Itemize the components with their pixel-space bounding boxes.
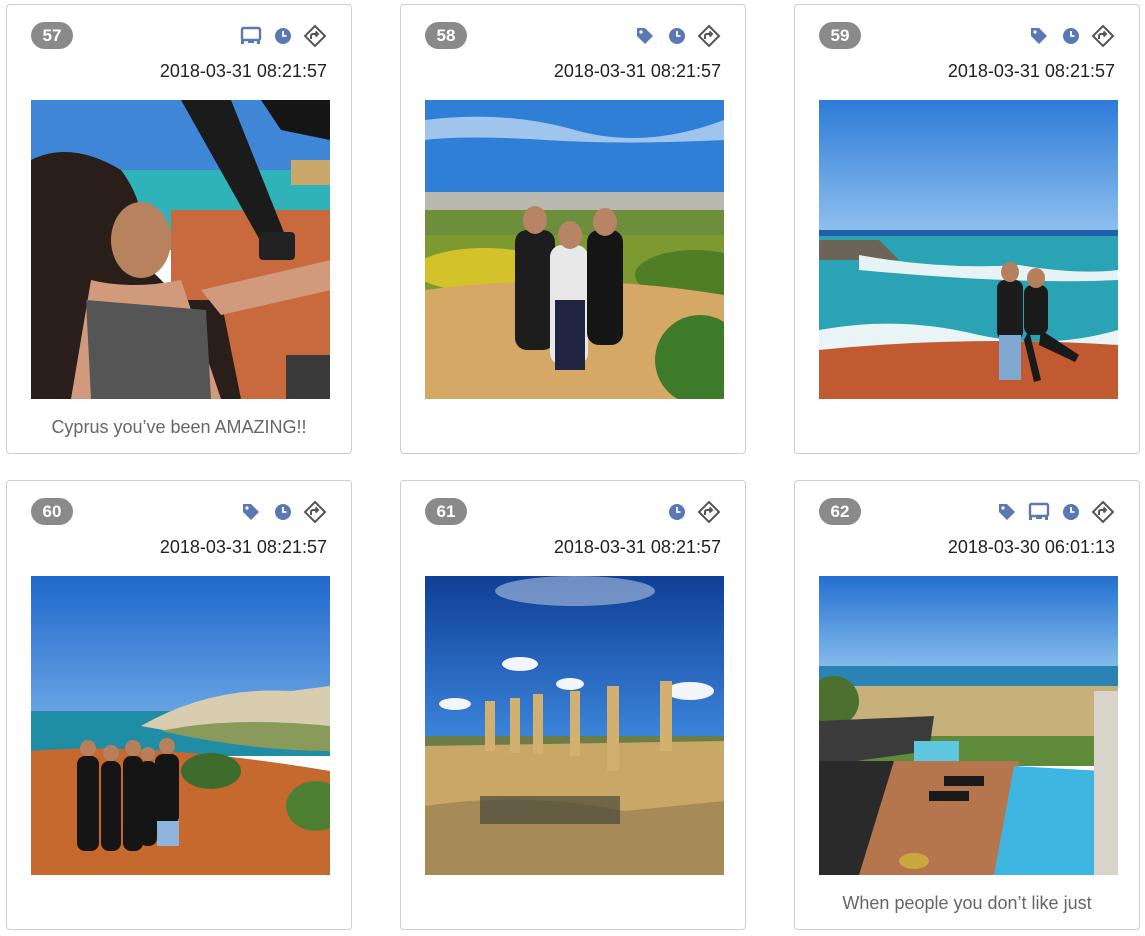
clock-icon[interactable] xyxy=(271,24,295,48)
share-icon[interactable] xyxy=(303,24,327,48)
post-timestamp: 2018-03-31 08:21:57 xyxy=(553,61,721,81)
post-action-icons xyxy=(1027,23,1115,49)
post-card[interactable]: 57 2018-03-31 08:21:57 Cyprus you’ve bee… xyxy=(6,4,352,454)
post-photo[interactable] xyxy=(819,576,1118,875)
post-photo[interactable] xyxy=(31,576,330,875)
share-icon[interactable] xyxy=(1091,24,1115,48)
post-timestamp: 2018-03-30 06:01:13 xyxy=(947,537,1115,557)
post-photo[interactable] xyxy=(31,100,330,399)
device-icon[interactable] xyxy=(1027,500,1051,524)
share-icon[interactable] xyxy=(1091,500,1115,524)
post-timestamp: 2018-03-31 08:21:57 xyxy=(553,537,721,557)
post-timestamp: 2018-03-31 08:21:57 xyxy=(159,537,327,557)
post-number-badge: 57 xyxy=(31,22,73,49)
post-action-icons xyxy=(239,499,327,525)
tag-icon[interactable] xyxy=(995,500,1019,524)
tag-icon[interactable] xyxy=(633,24,657,48)
clock-icon[interactable] xyxy=(665,500,689,524)
clock-icon[interactable] xyxy=(665,24,689,48)
post-caption: Cyprus you’ve been AMAZING!! xyxy=(51,417,307,437)
share-icon[interactable] xyxy=(303,500,327,524)
post-card[interactable]: 60 2018-03-31 08:21:57 xyxy=(6,480,352,930)
post-number-badge: 62 xyxy=(819,498,861,525)
post-action-icons xyxy=(665,499,721,525)
device-icon[interactable] xyxy=(239,24,263,48)
post-caption: When people you don’t like just xyxy=(842,893,1092,913)
tag-icon[interactable] xyxy=(1027,24,1051,48)
post-number-badge: 61 xyxy=(425,498,467,525)
post-card[interactable]: 58 2018-03-31 08:21:57 xyxy=(400,4,746,454)
post-timestamp: 2018-03-31 08:21:57 xyxy=(947,61,1115,81)
post-action-icons xyxy=(995,499,1115,525)
tag-icon[interactable] xyxy=(239,500,263,524)
share-icon[interactable] xyxy=(697,500,721,524)
post-card[interactable]: 62 2018-03-30 06:01:13 When people you d… xyxy=(794,480,1140,930)
post-number-badge: 58 xyxy=(425,22,467,49)
post-action-icons xyxy=(239,23,327,49)
post-card[interactable]: 61 2018-03-31 08:21:57 xyxy=(400,480,746,930)
post-photo[interactable] xyxy=(425,100,724,399)
post-action-icons xyxy=(633,23,721,49)
clock-icon[interactable] xyxy=(1059,500,1083,524)
post-card[interactable]: 59 2018-03-31 08:21:57 xyxy=(794,4,1140,454)
post-photo[interactable] xyxy=(819,100,1118,399)
clock-icon[interactable] xyxy=(271,500,295,524)
post-timestamp: 2018-03-31 08:21:57 xyxy=(159,61,327,81)
clock-icon[interactable] xyxy=(1059,24,1083,48)
post-number-badge: 59 xyxy=(819,22,861,49)
share-icon[interactable] xyxy=(697,24,721,48)
post-number-badge: 60 xyxy=(31,498,73,525)
post-photo[interactable] xyxy=(425,576,724,875)
